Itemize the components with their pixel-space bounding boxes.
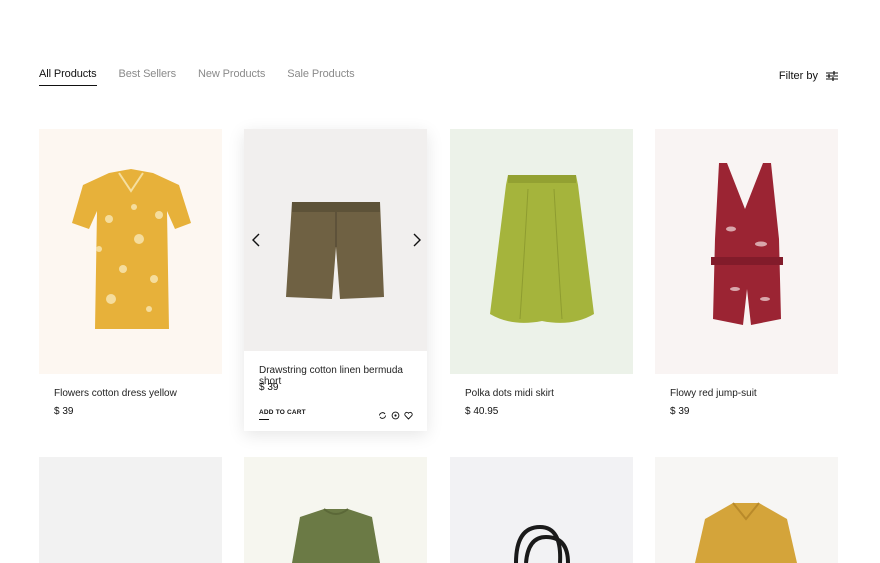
card-actions — [378, 407, 413, 420]
product-image[interactable] — [655, 457, 838, 563]
product-price: $ 39 — [54, 406, 74, 417]
sweater-image — [292, 508, 380, 563]
quick-view-icon[interactable] — [391, 407, 400, 420]
product-image[interactable] — [655, 129, 838, 374]
heart-icon[interactable] — [404, 407, 413, 420]
product-name[interactable]: Polka dots midi skirt — [465, 388, 554, 399]
tab-sale-products[interactable]: Sale Products — [287, 68, 354, 86]
product-card[interactable] — [244, 457, 427, 563]
tab-best-sellers[interactable]: Best Sellers — [119, 68, 177, 86]
filter-label: Filter by — [778, 70, 818, 82]
tab-new-products[interactable]: New Products — [198, 68, 265, 86]
product-card-hovered[interactable]: Drawstring cotton linen bermuda short $ … — [244, 129, 427, 431]
product-card[interactable]: Polka dots midi skirt $ 40.95 — [450, 129, 633, 417]
product-image[interactable] — [244, 457, 427, 563]
product-price: $ 39 — [670, 406, 690, 417]
sliders-icon — [826, 71, 838, 81]
product-price: $ 39 — [259, 382, 279, 393]
product-image[interactable] — [450, 457, 633, 563]
tab-all-products[interactable]: All Products — [39, 68, 97, 86]
product-name[interactable]: Flowers cotton dress yellow — [54, 388, 177, 399]
product-name[interactable]: Flowy red jump-suit — [670, 388, 757, 399]
product-card[interactable]: Flowers cotton dress yellow $ 39 — [39, 129, 222, 417]
jumpsuit-image — [711, 163, 783, 325]
product-name[interactable]: Drawstring cotton linen bermuda short — [259, 365, 427, 387]
product-image[interactable] — [244, 129, 427, 351]
product-image[interactable] — [450, 129, 633, 374]
skirt-image — [490, 175, 594, 323]
product-image[interactable] — [39, 457, 222, 563]
add-to-cart-button[interactable]: ADD TO CART — [259, 409, 306, 420]
product-tabs: All Products Best Sellers New Products S… — [39, 68, 355, 86]
filter-button[interactable]: Filter by — [779, 70, 838, 82]
chevron-right-icon[interactable] — [409, 232, 423, 248]
product-card[interactable] — [39, 457, 222, 563]
product-card[interactable] — [450, 457, 633, 563]
compare-icon[interactable] — [378, 407, 387, 419]
product-image[interactable] — [39, 129, 222, 374]
product-card[interactable] — [655, 457, 838, 563]
shorts-image — [286, 202, 384, 299]
shirt-image — [72, 169, 191, 329]
bag-image — [514, 524, 570, 563]
product-card[interactable]: Flowy red jump-suit $ 39 — [655, 129, 838, 417]
product-price: $ 40.95 — [465, 406, 499, 417]
chevron-left-icon[interactable] — [250, 232, 264, 248]
sweater-image — [695, 502, 797, 563]
